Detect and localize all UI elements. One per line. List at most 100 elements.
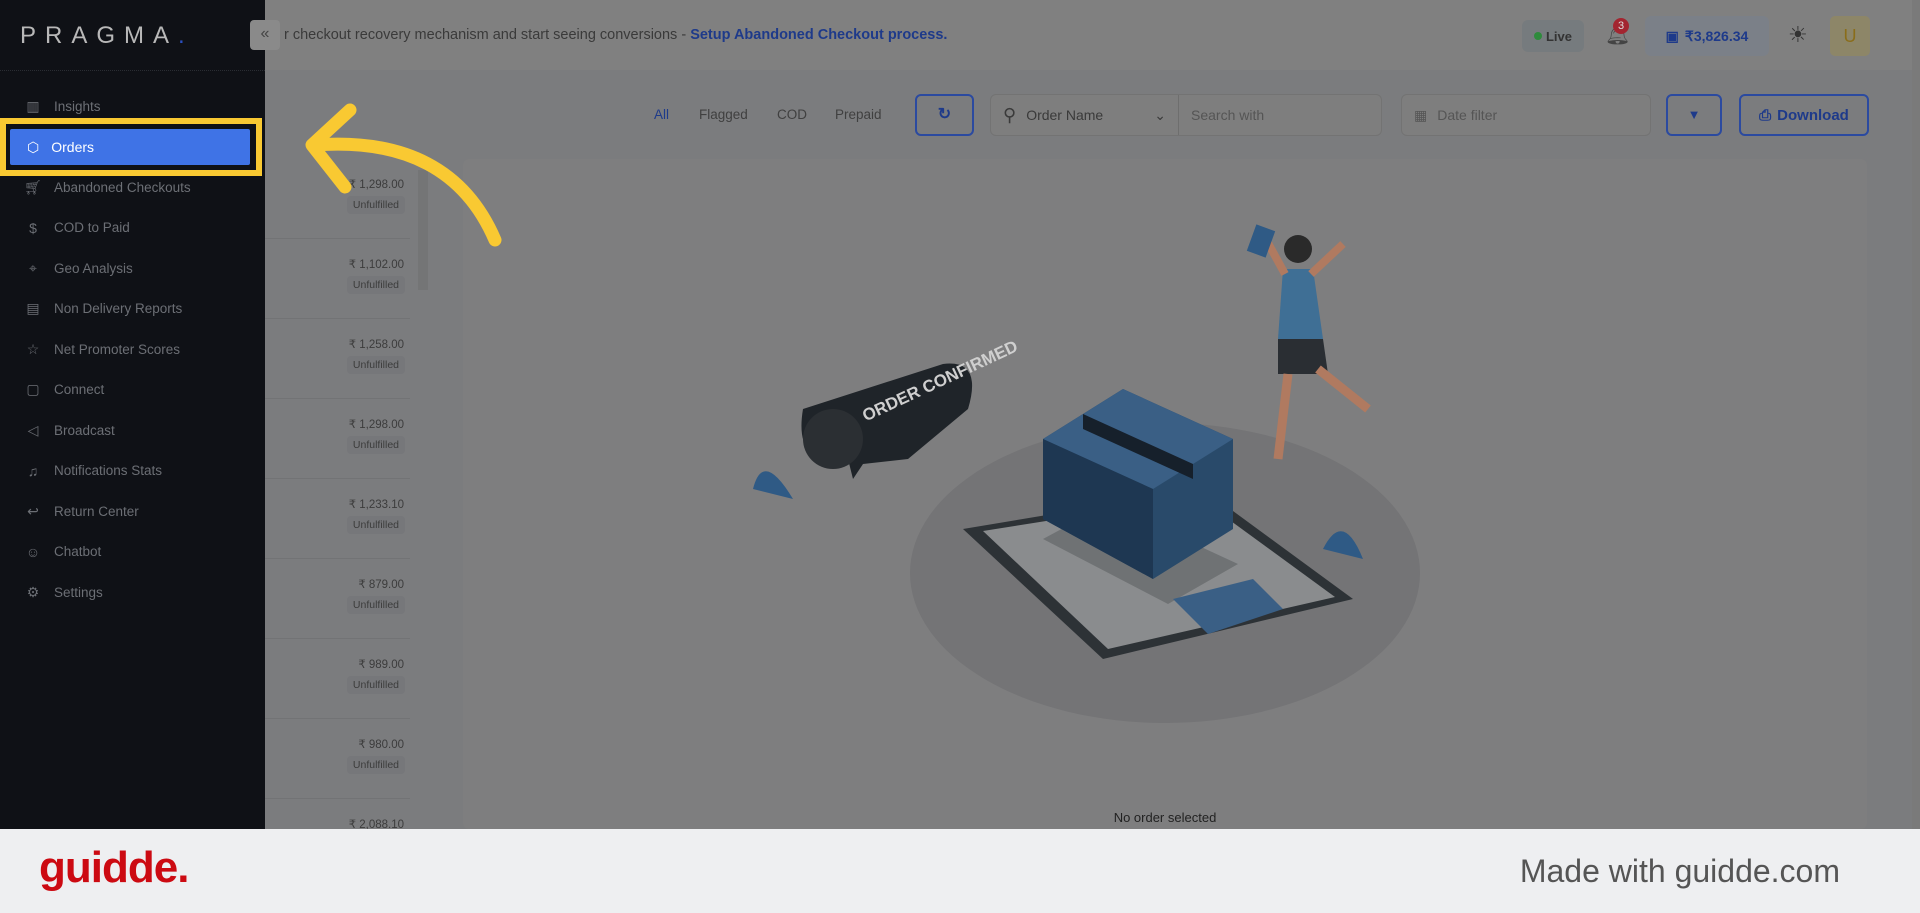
sidebar-item-label: Orders — [51, 139, 95, 155]
refresh-icon: ↻ — [937, 106, 952, 123]
fulfillment-status-badge: Unfulfilled — [346, 516, 405, 534]
notification-count-badge: 3 — [1613, 18, 1629, 34]
bot-icon: ☺ — [25, 543, 41, 560]
avatar[interactable]: U — [1830, 16, 1870, 56]
order-detail-panel: ORDER CONFIRMED — [463, 159, 1867, 829]
sidebar-item-label: Non Delivery Reports — [54, 301, 183, 316]
guidde-logo: guidde. — [39, 843, 189, 892]
chevron-down-icon: ⌄ — [1154, 106, 1166, 123]
guidde-footer: guidde. Made with guidde.com — [0, 829, 1920, 913]
bell-icon: ♫ — [27, 462, 39, 479]
order-list-item[interactable]: ₹ 980.00 Unfulfilled — [265, 719, 410, 799]
sidebar-item-notifications-stats[interactable]: ♫ Notifications Stats — [24, 456, 162, 486]
sidebar-item-label: Net Promoter Scores — [54, 341, 181, 357]
sidebar-item-net-promoter-scores[interactable]: ☆ Net Promoter Scores — [24, 334, 180, 364]
search-field-select[interactable]: ⚲ Order Name ⌄ — [991, 95, 1179, 135]
collapse-sidebar-button[interactable]: « — [250, 20, 280, 50]
gear-icon: ⚙ — [26, 583, 40, 600]
sidebar-item-settings[interactable]: ⚙ Settings — [24, 577, 103, 607]
order-list-item[interactable]: ₹ 1,298.00 Unfulfilled — [265, 399, 410, 479]
star-icon: ☆ — [26, 340, 40, 357]
fulfillment-status-badge: Unfulfilled — [346, 436, 405, 454]
order-amount: ₹ 989.00 — [358, 659, 404, 671]
sidebar-item-label: Return Center — [54, 503, 139, 519]
fulfillment-status-badge: Unfulfilled — [346, 276, 405, 294]
sidebar-item-label: Geo Analysis — [54, 260, 133, 276]
live-status-badge: Live — [1522, 20, 1584, 52]
order-amount: ₹ 879.00 — [358, 579, 404, 591]
sidebar-item-label: Broadcast — [54, 422, 115, 438]
banner-text: r checkout recovery mechanism and start … — [284, 27, 691, 43]
fulfillment-status-badge: Unfulfilled — [346, 596, 405, 614]
sidebar-item-abandoned-checkouts[interactable]: 🛒︎ Abandoned Checkouts — [24, 172, 191, 202]
bar-chart-icon: ▥ — [26, 97, 40, 114]
sidebar-item-label: Insights — [54, 98, 101, 114]
date-filter-input[interactable]: ▦ Date filter — [1401, 94, 1651, 136]
order-amount: ₹ 980.00 — [358, 739, 404, 751]
download-label: Download — [1777, 106, 1849, 124]
order-amount: ₹ 1,233.10 — [348, 499, 404, 511]
sidebar-item-cod-to-paid[interactable]: $ COD to Paid — [24, 213, 130, 243]
clipboard-icon: ▤ — [26, 300, 40, 316]
page-scrollbar[interactable] — [1912, 0, 1920, 829]
order-amount: ₹ 1,102.00 — [348, 259, 404, 271]
tab-prepaid[interactable]: Prepaid — [835, 107, 882, 122]
file-download-icon: ⎙ — [1759, 106, 1772, 124]
sidebar-item-connect[interactable]: ▢ Connect — [24, 375, 104, 405]
search-input[interactable] — [1179, 107, 1372, 123]
logo-dot: . — [178, 22, 194, 49]
divider — [0, 70, 265, 71]
wallet-icon: ▣ — [1665, 27, 1679, 44]
logo-text: PRAGMA — [20, 22, 179, 49]
tab-all[interactable]: All — [654, 107, 669, 122]
sidebar-item-label: Chatbot — [54, 544, 102, 559]
sidebar-item-insights[interactable]: ▥ Insights — [24, 91, 101, 121]
order-confirmed-illustration: ORDER CONFIRMED — [753, 224, 1420, 723]
sidebar-item-label: Connect — [54, 382, 105, 397]
fulfillment-status-badge: Unfulfilled — [346, 756, 405, 774]
sidebar-item-broadcast[interactable]: ◁ Broadcast — [24, 415, 115, 445]
sidebar-item-geo-analysis[interactable]: ⌖ Geo Analysis — [24, 253, 133, 283]
no-order-selected-text: No order selected — [1113, 810, 1217, 825]
download-button[interactable]: ⎙ Download — [1739, 94, 1869, 136]
sidebar-item-label: Notifications Stats — [54, 463, 163, 478]
megaphone-icon: ◁ — [27, 421, 39, 438]
fulfillment-status-badge: Unfulfilled — [346, 356, 405, 374]
live-dot-icon — [1533, 32, 1542, 40]
search-bar: ⚲ Order Name ⌄ — [990, 94, 1382, 136]
order-list: ₹ 1,298.00 Unfulfilled ₹ 1,102.00 Unfulfill… — [265, 159, 410, 879]
live-label: Live — [1545, 28, 1572, 44]
tab-cod[interactable]: COD — [777, 107, 807, 122]
setup-abandoned-checkout-link[interactable]: Setup Abandoned Checkout process. — [690, 27, 947, 43]
sidebar-item-label: Settings — [54, 584, 103, 600]
order-list-item[interactable]: ₹ 879.00 Unfulfilled — [265, 559, 410, 639]
sidebar-item-return-center[interactable]: ↩ Return Center — [24, 496, 139, 526]
wallet-balance-button[interactable]: ▣ ₹3,826.34 — [1645, 16, 1769, 56]
dollar-icon: $ — [29, 219, 37, 236]
search-field-label: Order Name — [1026, 107, 1104, 123]
box-icon: ⬡ — [27, 138, 40, 155]
order-list-item[interactable]: ₹ 989.00 Unfulfilled — [265, 639, 410, 719]
fulfillment-status-badge: Unfulfilled — [346, 676, 405, 694]
date-filter-placeholder: Date filter — [1437, 107, 1498, 123]
setup-banner: r checkout recovery mechanism and start … — [284, 27, 947, 43]
sidebar-item-chatbot[interactable]: ☺ Chatbot — [24, 537, 101, 567]
theme-toggle-sun-icon[interactable]: ☀ — [1788, 22, 1808, 48]
sidebar-item-non-delivery-reports[interactable]: ▤ Non Delivery Reports — [24, 294, 182, 324]
order-amount: ₹ 1,258.00 — [348, 339, 404, 351]
order-list-item[interactable]: ₹ 1,258.00 Unfulfilled — [265, 319, 410, 399]
funnel-icon: ▼ — [1687, 107, 1701, 122]
search-icon: ⚲ — [1003, 104, 1017, 125]
tab-flagged[interactable]: Flagged — [699, 107, 748, 122]
pin-icon: ⌖ — [29, 259, 37, 276]
cart-icon: 🛒︎ — [24, 178, 42, 195]
filter-button[interactable]: ▼ — [1666, 94, 1722, 136]
order-list-item[interactable]: ₹ 1,233.10 Unfulfilled — [265, 479, 410, 559]
pragma-logo[interactable]: PRAGMA. — [20, 22, 194, 50]
refresh-button[interactable]: ↻ — [915, 94, 974, 136]
sidebar-item-label: COD to Paid — [54, 220, 130, 235]
yellow-arrow-annotation — [305, 103, 502, 247]
return-icon: ↩ — [27, 502, 39, 519]
sidebar-item-orders[interactable]: ⬡ Orders — [10, 129, 250, 165]
calendar-icon: ▦ — [1414, 106, 1428, 123]
